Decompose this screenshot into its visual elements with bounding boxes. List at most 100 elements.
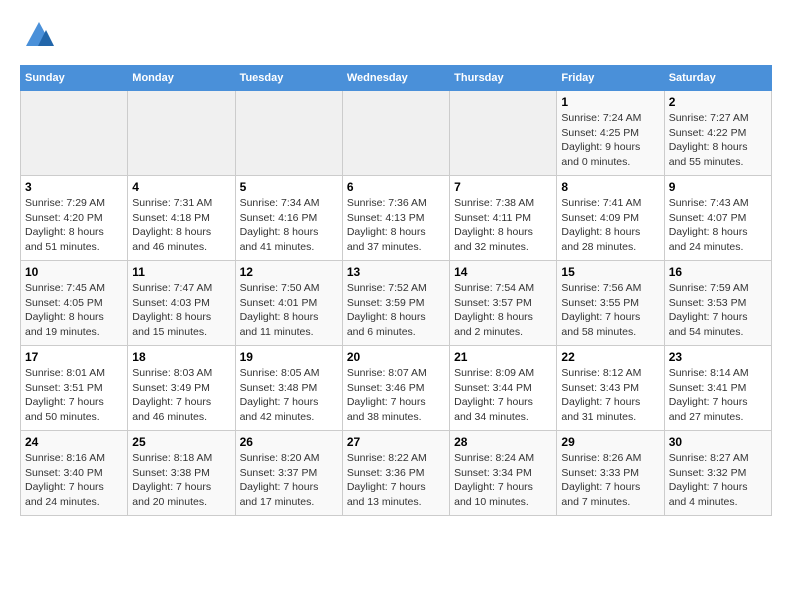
- day-info: Sunrise: 8:24 AM Sunset: 3:34 PM Dayligh…: [454, 451, 552, 510]
- day-number: 28: [454, 435, 552, 449]
- calendar-cell: 11Sunrise: 7:47 AM Sunset: 4:03 PM Dayli…: [128, 261, 235, 346]
- day-info: Sunrise: 7:36 AM Sunset: 4:13 PM Dayligh…: [347, 196, 445, 255]
- day-info: Sunrise: 7:43 AM Sunset: 4:07 PM Dayligh…: [669, 196, 767, 255]
- calendar-cell: 27 Sunrise: 8:22 AM Sunset: 3:36 PM Dayli…: [342, 431, 449, 516]
- day-info: Sunrise: 7:41 AM Sunset: 4:09 PM Dayligh…: [561, 196, 659, 255]
- calendar-cell: 22 Sunrise: 8:12 AM Sunset: 3:43 PM Dayli…: [557, 346, 664, 431]
- calendar-week: 17Sunrise: 8:01 AM Sunset: 3:51 PM Dayli…: [21, 346, 772, 431]
- calendar-cell: 10Sunrise: 7:45 AM Sunset: 4:05 PM Dayli…: [21, 261, 128, 346]
- day-info: Sunrise: 8:03 AM Sunset: 3:49 PM Dayligh…: [132, 366, 230, 425]
- calendar-cell: 23 Sunrise: 8:14 AM Sunset: 3:41 PM Dayli…: [664, 346, 771, 431]
- calendar-cell: 13Sunrise: 7:52 AM Sunset: 3:59 PM Dayli…: [342, 261, 449, 346]
- day-number: 7: [454, 180, 552, 194]
- weekday-header: Wednesday: [342, 66, 449, 91]
- day-info: Sunrise: 7:59 AM Sunset: 3:53 PM Dayligh…: [669, 281, 767, 340]
- day-number: 30: [669, 435, 767, 449]
- calendar-cell: 28 Sunrise: 8:24 AM Sunset: 3:34 PM Dayli…: [450, 431, 557, 516]
- calendar-cell: 26 Sunrise: 8:20 AM Sunset: 3:37 PM Dayli…: [235, 431, 342, 516]
- calendar-week: 3 Sunrise: 7:29 AM Sunset: 4:20 PM Daylig…: [21, 176, 772, 261]
- day-info: Sunrise: 7:24 AM Sunset: 4:25 PM Dayligh…: [561, 111, 659, 170]
- calendar-cell: 29 Sunrise: 8:26 AM Sunset: 3:33 PM Dayli…: [557, 431, 664, 516]
- calendar-cell: 30 Sunrise: 8:27 AM Sunset: 3:32 PM Dayli…: [664, 431, 771, 516]
- calendar-cell: 17Sunrise: 8:01 AM Sunset: 3:51 PM Dayli…: [21, 346, 128, 431]
- calendar-cell: 21Sunrise: 8:09 AM Sunset: 3:44 PM Dayli…: [450, 346, 557, 431]
- day-number: 26: [240, 435, 338, 449]
- calendar-week: 1 Sunrise: 7:24 AM Sunset: 4:25 PM Daylig…: [21, 91, 772, 176]
- calendar-header: SundayMondayTuesdayWednesdayThursdayFrid…: [21, 66, 772, 91]
- weekday-header: Sunday: [21, 66, 128, 91]
- day-info: Sunrise: 8:14 AM Sunset: 3:41 PM Dayligh…: [669, 366, 767, 425]
- weekday-header: Monday: [128, 66, 235, 91]
- day-number: 10: [25, 265, 123, 279]
- logo: [20, 20, 54, 55]
- day-number: 6: [347, 180, 445, 194]
- calendar-week: 10Sunrise: 7:45 AM Sunset: 4:05 PM Dayli…: [21, 261, 772, 346]
- day-info: Sunrise: 7:54 AM Sunset: 3:57 PM Dayligh…: [454, 281, 552, 340]
- day-number: 14: [454, 265, 552, 279]
- day-number: 1: [561, 95, 659, 109]
- calendar-cell: 24 Sunrise: 8:16 AM Sunset: 3:40 PM Dayli…: [21, 431, 128, 516]
- calendar-cell: 8 Sunrise: 7:41 AM Sunset: 4:09 PM Daylig…: [557, 176, 664, 261]
- day-info: Sunrise: 7:31 AM Sunset: 4:18 PM Dayligh…: [132, 196, 230, 255]
- day-number: 17: [25, 350, 123, 364]
- calendar-cell: 4 Sunrise: 7:31 AM Sunset: 4:18 PM Daylig…: [128, 176, 235, 261]
- calendar-cell: 3 Sunrise: 7:29 AM Sunset: 4:20 PM Daylig…: [21, 176, 128, 261]
- day-info: Sunrise: 8:22 AM Sunset: 3:36 PM Dayligh…: [347, 451, 445, 510]
- day-info: Sunrise: 7:29 AM Sunset: 4:20 PM Dayligh…: [25, 196, 123, 255]
- day-number: 24: [25, 435, 123, 449]
- calendar-cell: 15 Sunrise: 7:56 AM Sunset: 3:55 PM Dayli…: [557, 261, 664, 346]
- day-info: Sunrise: 7:56 AM Sunset: 3:55 PM Dayligh…: [561, 281, 659, 340]
- day-number: 8: [561, 180, 659, 194]
- calendar-cell: 19 Sunrise: 8:05 AM Sunset: 3:48 PM Dayli…: [235, 346, 342, 431]
- day-info: Sunrise: 8:18 AM Sunset: 3:38 PM Dayligh…: [132, 451, 230, 510]
- day-info: Sunrise: 7:52 AM Sunset: 3:59 PM Dayligh…: [347, 281, 445, 340]
- calendar-cell: 12 Sunrise: 7:50 AM Sunset: 4:01 PM Dayli…: [235, 261, 342, 346]
- day-number: 2: [669, 95, 767, 109]
- day-info: Sunrise: 8:26 AM Sunset: 3:33 PM Dayligh…: [561, 451, 659, 510]
- day-info: Sunrise: 8:20 AM Sunset: 3:37 PM Dayligh…: [240, 451, 338, 510]
- day-number: 5: [240, 180, 338, 194]
- calendar-cell: 16 Sunrise: 7:59 AM Sunset: 3:53 PM Dayli…: [664, 261, 771, 346]
- day-number: 12: [240, 265, 338, 279]
- day-number: 4: [132, 180, 230, 194]
- calendar-cell: 14 Sunrise: 7:54 AM Sunset: 3:57 PM Dayli…: [450, 261, 557, 346]
- calendar-cell: [128, 91, 235, 176]
- day-number: 27: [347, 435, 445, 449]
- day-info: Sunrise: 8:05 AM Sunset: 3:48 PM Dayligh…: [240, 366, 338, 425]
- day-number: 22: [561, 350, 659, 364]
- day-info: Sunrise: 8:27 AM Sunset: 3:32 PM Dayligh…: [669, 451, 767, 510]
- day-number: 11: [132, 265, 230, 279]
- calendar-cell: 20Sunrise: 8:07 AM Sunset: 3:46 PM Dayli…: [342, 346, 449, 431]
- calendar-cell: 2 Sunrise: 7:27 AM Sunset: 4:22 PM Daylig…: [664, 91, 771, 176]
- calendar-cell: [21, 91, 128, 176]
- day-number: 3: [25, 180, 123, 194]
- day-info: Sunrise: 7:34 AM Sunset: 4:16 PM Dayligh…: [240, 196, 338, 255]
- day-number: 18: [132, 350, 230, 364]
- day-info: Sunrise: 7:38 AM Sunset: 4:11 PM Dayligh…: [454, 196, 552, 255]
- day-number: 15: [561, 265, 659, 279]
- weekday-header: Friday: [557, 66, 664, 91]
- calendar-cell: [235, 91, 342, 176]
- day-info: Sunrise: 8:12 AM Sunset: 3:43 PM Dayligh…: [561, 366, 659, 425]
- calendar-cell: 9Sunrise: 7:43 AM Sunset: 4:07 PM Daylig…: [664, 176, 771, 261]
- page-header: [20, 20, 772, 55]
- calendar-cell: 6 Sunrise: 7:36 AM Sunset: 4:13 PM Daylig…: [342, 176, 449, 261]
- day-info: Sunrise: 8:16 AM Sunset: 3:40 PM Dayligh…: [25, 451, 123, 510]
- day-number: 20: [347, 350, 445, 364]
- calendar-table: SundayMondayTuesdayWednesdayThursdayFrid…: [20, 65, 772, 516]
- calendar-cell: 1 Sunrise: 7:24 AM Sunset: 4:25 PM Daylig…: [557, 91, 664, 176]
- day-number: 23: [669, 350, 767, 364]
- calendar-week: 24 Sunrise: 8:16 AM Sunset: 3:40 PM Dayli…: [21, 431, 772, 516]
- day-info: Sunrise: 7:27 AM Sunset: 4:22 PM Dayligh…: [669, 111, 767, 170]
- day-number: 29: [561, 435, 659, 449]
- calendar-cell: 7 Sunrise: 7:38 AM Sunset: 4:11 PM Daylig…: [450, 176, 557, 261]
- calendar-cell: 18 Sunrise: 8:03 AM Sunset: 3:49 PM Dayli…: [128, 346, 235, 431]
- logo-icon: [24, 20, 54, 50]
- day-number: 25: [132, 435, 230, 449]
- calendar-cell: 25 Sunrise: 8:18 AM Sunset: 3:38 PM Dayli…: [128, 431, 235, 516]
- day-number: 19: [240, 350, 338, 364]
- weekday-header: Tuesday: [235, 66, 342, 91]
- day-number: 16: [669, 265, 767, 279]
- day-info: Sunrise: 7:50 AM Sunset: 4:01 PM Dayligh…: [240, 281, 338, 340]
- weekday-header: Thursday: [450, 66, 557, 91]
